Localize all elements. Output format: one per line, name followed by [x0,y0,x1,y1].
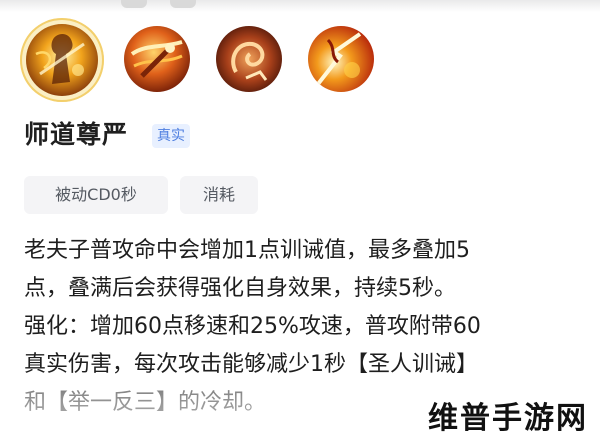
skill-page: 师道尊严 真实 被动CD0秒 消耗 老夫子普攻命中会增加1点训诫值，最多叠加5 … [0,0,600,445]
scroll-strike-icon [124,26,190,92]
description-line: 真实伤害，每次攻击能够减少1秒【圣人训诫】 [24,352,478,377]
sage-figure-icon [26,24,98,96]
skill-1-icon[interactable] [20,18,104,102]
cooldown-chip: 被动CD0秒 [24,176,168,214]
status-indicator [170,0,196,8]
watermark: 维普手游网 [428,401,588,436]
skill-1-image [26,24,98,96]
description-line: 强化：增加60点移速和25%攻速，普攻附带60 [24,314,481,339]
status-indicator [121,0,147,8]
cost-chip: 消耗 [180,176,258,214]
skill-description: 老夫子普攻命中会增加1点训诫值，最多叠加5 点，叠满后会获得强化自身效果，持续5… [24,232,584,422]
skill-icon-row [20,18,400,102]
skill-name: 师道尊严 [24,120,129,149]
flame-burst-icon [308,26,374,92]
skill-2-icon[interactable] [124,26,190,92]
description-line: 点，叠满后会获得强化自身效果，持续5秒。 [24,276,456,301]
ink-swirl-icon [216,26,282,92]
description-line: 老夫子普攻命中会增加1点训诫值，最多叠加5 [24,238,470,263]
top-bar-shadow [0,0,600,12]
skill-4-icon[interactable] [308,26,374,92]
skill-3-icon[interactable] [216,26,282,92]
damage-type-badge: 真实 [152,124,190,148]
